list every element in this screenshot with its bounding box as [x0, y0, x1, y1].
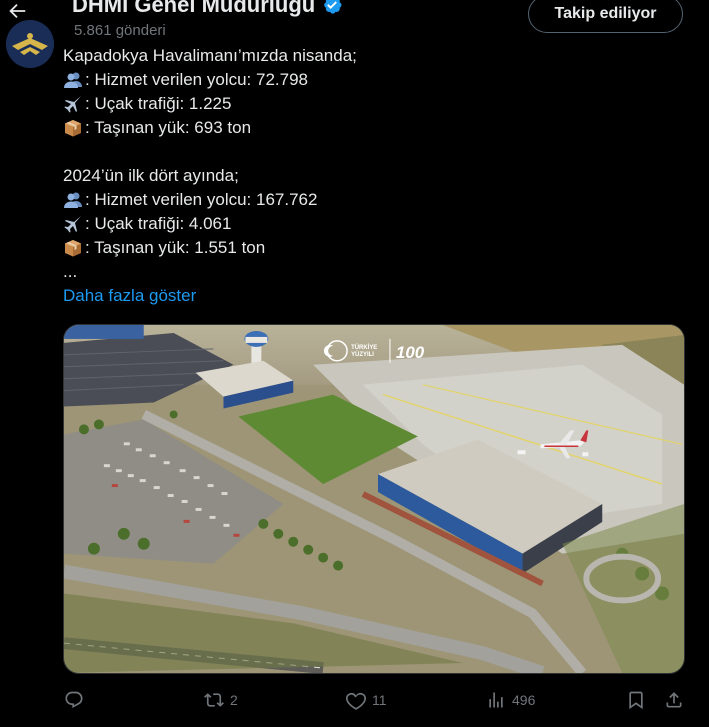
tweet-line: 2024’ün ilk dört ayında; [63, 166, 239, 185]
logo-text-top: TÜRKİYE [351, 344, 377, 351]
tweet-line: : Hizmet verilen yolcu: 167.762 [63, 188, 683, 212]
bookmark-button[interactable] [626, 690, 646, 710]
tweet-photo[interactable]: TÜRKİYE YÜZYILI 100 [63, 324, 685, 674]
package-icon [63, 118, 83, 138]
tweet-text: Kapadokya Havalimanı’mızda nisanda; : Hi… [63, 44, 683, 308]
view-count: 496 [512, 692, 536, 708]
share-button[interactable] [664, 690, 684, 710]
retweet-count: 2 [230, 692, 238, 708]
traffic-stat-ytd: : Uçak trafiği: 4.061 [85, 214, 232, 233]
airplane-icon [63, 94, 83, 114]
like-count: 11 [372, 692, 387, 708]
busts-icon [63, 70, 83, 90]
views-button[interactable]: 496 [486, 690, 535, 710]
tweet-line: : Hizmet verilen yolcu: 72.798 [63, 68, 683, 92]
share-icon [666, 692, 682, 708]
tweet-line: : Taşınan yük: 693 ton [63, 116, 683, 140]
passenger-stat-april: : Hizmet verilen yolcu: 72.798 [85, 70, 308, 89]
account-title: DHMİ Genel Müdürlüğü [72, 0, 343, 18]
tweet-line: : Taşınan yük: 1.551 ton [63, 236, 683, 260]
following-button[interactable]: Takip ediliyor [528, 0, 683, 33]
tweet-line: : Uçak trafiği: 4.061 [63, 212, 683, 236]
busts-icon [63, 190, 83, 210]
bar-chart-icon [489, 692, 503, 708]
cargo-stat-april: : Taşınan yük: 693 ton [85, 118, 252, 137]
profile-header: DHMİ Genel Müdürlüğü 5.861 gönderi Takip… [0, 0, 709, 44]
show-more-link[interactable]: Daha fazla göster [63, 284, 196, 308]
cargo-stat-ytd: : Taşınan yük: 1.551 ton [85, 238, 266, 257]
logo-text-bottom: YÜZYILI [351, 351, 374, 358]
airplane-icon [63, 214, 83, 234]
tweet-line: Kapadokya Havalimanı’mızda nisanda; [63, 46, 357, 65]
verified-badge-icon [321, 0, 343, 16]
dhmi-logo-icon [6, 20, 54, 68]
account-name[interactable]: DHMİ Genel Müdürlüğü [72, 0, 315, 18]
logo-100: 100 [396, 343, 425, 362]
passenger-stat-ytd: : Hizmet verilen yolcu: 167.762 [85, 190, 318, 209]
avatar[interactable] [6, 20, 54, 68]
package-icon [63, 238, 83, 258]
bookmark-icon [629, 691, 643, 710]
like-button[interactable]: 11 [346, 690, 387, 710]
tweet-line: : Uçak trafiği: 1.225 [63, 92, 683, 116]
reply-icon [65, 691, 83, 709]
retweet-button[interactable]: 2 [204, 690, 238, 710]
post-count: 5.861 gönderi [74, 22, 166, 39]
heart-icon [346, 692, 366, 710]
retweet-icon [204, 693, 224, 707]
arrow-left-icon [9, 3, 26, 19]
tweet-actions: 2 11 496 [0, 686, 709, 718]
traffic-stat-april: : Uçak trafiği: 1.225 [85, 94, 232, 113]
tweet-ellipsis: ... [63, 262, 78, 281]
reply-button[interactable] [64, 690, 90, 710]
airport-aerial-photo: TÜRKİYE YÜZYILI 100 [64, 325, 684, 673]
